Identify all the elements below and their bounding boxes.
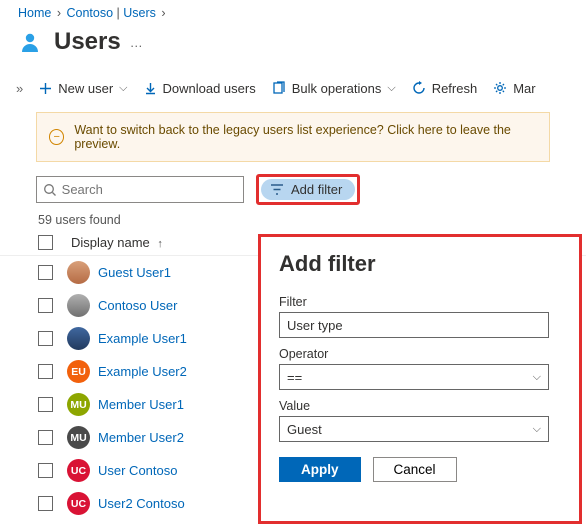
manage-button[interactable]: Mar (485, 77, 543, 100)
avatar: MU (67, 393, 90, 416)
chevron-right-icon: › (161, 6, 165, 20)
user-link[interactable]: Contoso User (98, 298, 177, 313)
row-checkbox[interactable] (38, 463, 53, 478)
row-checkbox[interactable] (38, 265, 53, 280)
avatar: UC (67, 459, 90, 482)
avatar: MU (67, 426, 90, 449)
expand-icon[interactable]: » (16, 81, 23, 96)
new-user-label: New user (58, 81, 113, 96)
filter-panel-title: Add filter (279, 251, 561, 277)
avatar: EU (67, 360, 90, 383)
avatar (67, 294, 90, 317)
chevron-down-icon: ⌵ (119, 82, 127, 95)
bulk-icon (272, 81, 286, 95)
cancel-button[interactable]: Cancel (373, 457, 457, 482)
refresh-icon (412, 81, 426, 95)
refresh-button[interactable]: Refresh (404, 77, 486, 100)
user-link[interactable]: Member User1 (98, 397, 184, 412)
filter-field-input[interactable]: User type (279, 312, 549, 338)
search-input[interactable] (62, 182, 237, 197)
chevron-down-icon: ⌵ (533, 371, 541, 384)
page-header: Users … (0, 24, 586, 70)
user-link[interactable]: Guest User1 (98, 265, 171, 280)
row-checkbox[interactable] (38, 298, 53, 313)
column-display-name[interactable]: Display name ↑ (71, 235, 163, 250)
breadcrumb: Home › Contoso | Users › (0, 0, 586, 24)
operator-field-label: Operator (279, 347, 561, 361)
add-filter-highlight: Add filter (256, 174, 360, 205)
avatar: UC (67, 492, 90, 515)
user-link[interactable]: Member User2 (98, 430, 184, 445)
bulk-operations-label: Bulk operations (292, 81, 382, 96)
manage-label: Mar (513, 81, 535, 96)
breadcrumb-tenant[interactable]: Contoso (66, 6, 113, 20)
new-user-button[interactable]: New user ⌵ (31, 77, 135, 100)
page-title: Users (54, 28, 121, 56)
chevron-down-icon: ⌵ (533, 423, 541, 436)
minus-circle-icon: − (49, 129, 64, 145)
chevron-down-icon: ⌵ (387, 82, 395, 95)
more-button[interactable]: … (130, 35, 145, 50)
gear-icon (493, 81, 507, 95)
user-link[interactable]: User2 Contoso (98, 496, 185, 511)
filter-field-label: Filter (279, 295, 561, 309)
refresh-label: Refresh (432, 81, 478, 96)
user-link[interactable]: Example User1 (98, 331, 187, 346)
add-filter-label: Add filter (291, 182, 342, 197)
row-checkbox[interactable] (38, 331, 53, 346)
operator-select[interactable]: == ⌵ (279, 364, 549, 390)
sort-asc-icon: ↑ (157, 238, 163, 250)
avatar (67, 327, 90, 350)
result-count: 59 users found (0, 211, 586, 231)
value-select[interactable]: Guest ⌵ (279, 416, 549, 442)
breadcrumb-section[interactable]: Users (123, 6, 156, 20)
preview-banner-text: Want to switch back to the legacy users … (74, 123, 537, 151)
user-link[interactable]: Example User2 (98, 364, 187, 379)
download-users-button[interactable]: Download users (136, 77, 264, 100)
breadcrumb-home[interactable]: Home (18, 6, 51, 20)
row-checkbox[interactable] (38, 364, 53, 379)
chevron-right-icon: › (57, 6, 65, 20)
search-box[interactable] (36, 176, 244, 203)
user-link[interactable]: User Contoso (98, 463, 177, 478)
row-checkbox[interactable] (38, 430, 53, 445)
row-checkbox[interactable] (38, 496, 53, 511)
value-field-label: Value (279, 399, 561, 413)
select-all-checkbox[interactable] (38, 235, 53, 250)
search-icon (43, 183, 56, 197)
toolbar: » New user ⌵ Download users Bulk operati… (0, 70, 586, 106)
plus-icon (39, 82, 52, 95)
avatar (67, 261, 90, 284)
download-icon (144, 82, 157, 95)
filter-icon (270, 183, 284, 196)
user-icon (18, 30, 42, 54)
bulk-operations-button[interactable]: Bulk operations ⌵ (264, 77, 404, 100)
filter-panel-highlight: Add filter Filter User type Operator == … (258, 234, 582, 524)
add-filter-button[interactable]: Add filter (261, 179, 355, 200)
apply-button[interactable]: Apply (279, 457, 361, 482)
preview-banner[interactable]: − Want to switch back to the legacy user… (36, 112, 550, 162)
controls-row: Add filter (0, 172, 586, 211)
row-checkbox[interactable] (38, 397, 53, 412)
filter-panel: Add filter Filter User type Operator == … (261, 237, 579, 492)
download-users-label: Download users (163, 81, 256, 96)
